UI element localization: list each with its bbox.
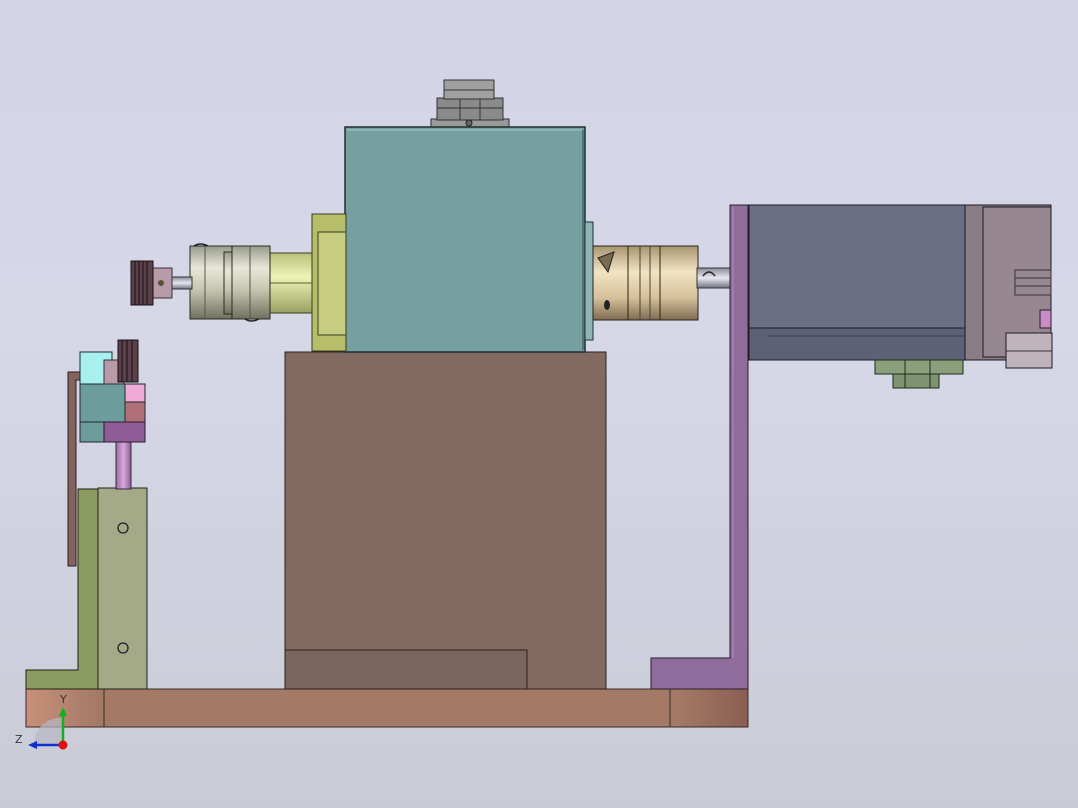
servo-motor[interactable] xyxy=(748,204,1053,369)
y-axis-label: Y xyxy=(59,693,67,706)
z-axis-arrow-icon xyxy=(28,741,37,749)
cad-viewport[interactable]: Y Z xyxy=(0,0,1078,808)
pedestal[interactable] xyxy=(284,351,607,690)
left-shaft-coupling[interactable] xyxy=(189,243,271,322)
right-shaft-coupling[interactable] xyxy=(592,245,732,321)
motor-connector[interactable] xyxy=(874,359,964,389)
x-axis-point-icon xyxy=(58,740,68,750)
assembly-scene[interactable]: Y Z xyxy=(0,0,1078,808)
top-connector[interactable] xyxy=(430,79,510,129)
knurled-knob[interactable] xyxy=(130,260,193,306)
left-flange[interactable] xyxy=(269,213,347,352)
sensor-head[interactable] xyxy=(79,339,146,443)
base-plate[interactable] xyxy=(25,688,749,728)
spindle-housing[interactable] xyxy=(344,126,594,353)
z-axis-label: Z xyxy=(15,733,23,746)
